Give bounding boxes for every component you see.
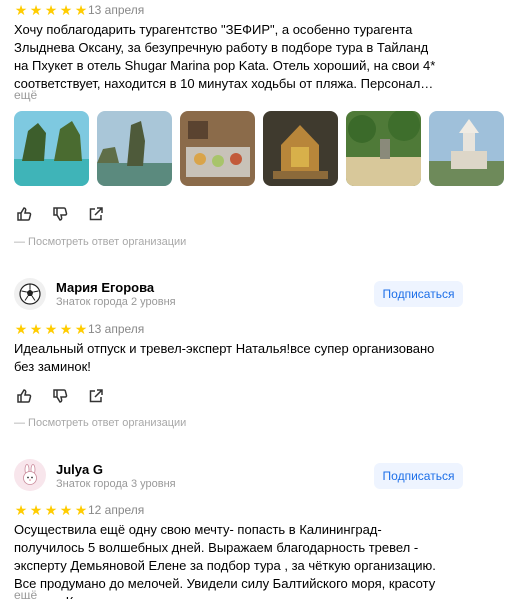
review-date: 12 апреля: [88, 503, 145, 517]
star-icon: ★: [29, 321, 43, 337]
review-photo[interactable]: [263, 111, 338, 186]
rating-stars: ★ ★ ★ ★ ★: [14, 503, 88, 517]
review-actions: [16, 206, 104, 222]
star-icon: ★: [44, 2, 58, 18]
reviewer-name[interactable]: Мария Егорова: [56, 280, 154, 295]
thumbs-up-icon[interactable]: [16, 388, 32, 404]
share-icon[interactable]: [88, 388, 104, 404]
star-icon: ★: [59, 2, 73, 18]
star-icon: ★: [29, 502, 43, 518]
more-link[interactable]: ещё: [14, 88, 37, 102]
subscribe-button[interactable]: Подписаться: [374, 463, 463, 489]
rating-stars: ★ ★ ★ ★ ★: [14, 3, 88, 17]
star-icon: ★: [59, 502, 73, 518]
share-icon[interactable]: [88, 206, 104, 222]
review-photos: [14, 111, 504, 186]
view-org-reply-link[interactable]: — Посмотреть ответ организации: [14, 417, 186, 429]
review-photo[interactable]: [97, 111, 172, 186]
review-text: Осуществила ещё одну свою мечту- попасть…: [14, 522, 436, 599]
star-icon: ★: [14, 502, 28, 518]
star-icon: ★: [74, 321, 88, 337]
review-photo[interactable]: [429, 111, 504, 186]
reviewer-level: Знаток города 3 уровня: [56, 478, 176, 490]
rating-stars: ★ ★ ★ ★ ★: [14, 322, 88, 336]
thumbs-up-icon[interactable]: [16, 206, 32, 222]
bunny-avatar-icon[interactable]: [14, 459, 46, 491]
review-actions: [16, 388, 104, 404]
review-photo[interactable]: [346, 111, 421, 186]
star-icon: ★: [74, 2, 88, 18]
review-text: Идеальный отпуск и тревел-эксперт Наталь…: [14, 341, 435, 374]
review-date: 13 апреля: [88, 3, 145, 17]
reviewer-name[interactable]: Julya G: [56, 462, 103, 477]
thumbs-down-icon[interactable]: [52, 206, 68, 222]
star-icon: ★: [74, 502, 88, 518]
review-date: 13 апреля: [88, 322, 145, 336]
star-icon: ★: [14, 2, 28, 18]
more-link[interactable]: ещё: [14, 588, 37, 599]
star-icon: ★: [29, 2, 43, 18]
star-icon: ★: [44, 321, 58, 337]
star-icon: ★: [44, 502, 58, 518]
star-icon: ★: [14, 321, 28, 337]
review-photo[interactable]: [180, 111, 255, 186]
thumbs-down-icon[interactable]: [52, 388, 68, 404]
soccer-ball-avatar-icon[interactable]: [14, 278, 46, 310]
reviewer-level: Знаток города 2 уровня: [56, 296, 176, 308]
subscribe-button[interactable]: Подписаться: [374, 281, 463, 307]
review-text: Хочу поблагодарить турагентство "ЗЕФИР",…: [14, 22, 436, 91]
star-icon: ★: [59, 321, 73, 337]
review-photo[interactable]: [14, 111, 89, 186]
view-org-reply-link[interactable]: — Посмотреть ответ организации: [14, 236, 186, 248]
